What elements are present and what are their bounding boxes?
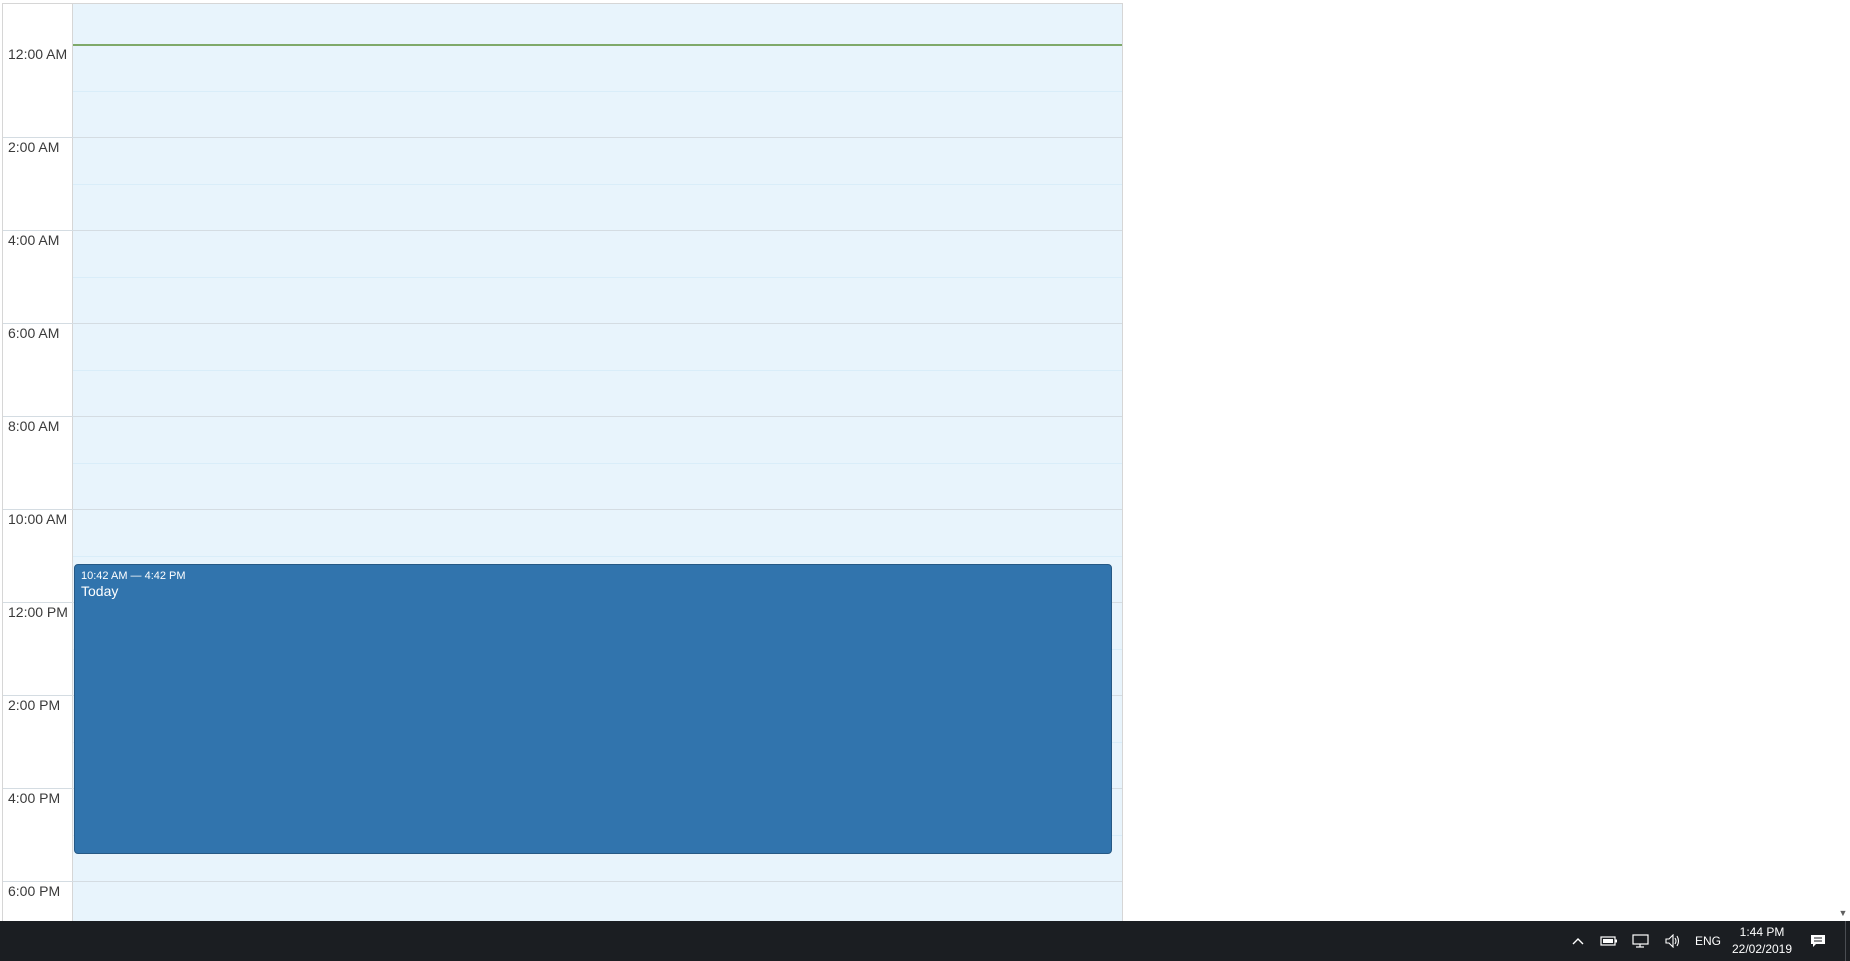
current-time-indicator (73, 44, 1122, 46)
slot-gridline (73, 276, 1122, 278)
time-label: 4:00 AM (8, 232, 60, 248)
hour-gridline (3, 416, 1122, 417)
scroll-down-arrow-icon[interactable]: ▼ (1836, 906, 1850, 920)
clock-time: 1:44 PM (1739, 925, 1785, 939)
event-time-range: 10:42 AM — 4:42 PM (81, 570, 186, 582)
volume-icon[interactable] (1662, 921, 1684, 961)
time-label: 2:00 AM (8, 139, 60, 155)
network-icon[interactable] (1630, 921, 1652, 961)
clock-date: 22/02/2019 (1731, 942, 1793, 956)
language-label: ENG (1694, 934, 1721, 948)
time-label: 8:00 AM (8, 418, 60, 434)
hour-gridline (3, 881, 1122, 882)
clock[interactable]: 1:44 PM 22/02/2019 (1722, 924, 1802, 958)
calendar-app: 12:00 AM 2:00 AM 4:00 AM 6:00 AM 8:00 AM 10:0… (0, 0, 1850, 929)
time-label: 4:00 PM (8, 790, 61, 806)
slot-gridline (73, 462, 1122, 464)
slot-gridline (73, 183, 1122, 185)
hour-gridline (3, 323, 1122, 324)
time-label: 12:00 AM (8, 46, 68, 62)
slot-gridline (73, 369, 1122, 371)
language-indicator[interactable]: ENG (1692, 921, 1724, 961)
slot-gridline (73, 90, 1122, 92)
battery-icon[interactable] (1598, 921, 1620, 961)
time-label: 12:00 PM (8, 604, 68, 620)
hour-gridline (3, 137, 1122, 138)
time-label: 6:00 PM (8, 883, 61, 899)
time-label: 10:00 AM (8, 511, 68, 527)
time-label: 2:00 PM (8, 697, 61, 713)
show-desktop-button[interactable] (1845, 921, 1850, 961)
slot-gridline (73, 555, 1122, 557)
chevron-up-icon[interactable] (1568, 921, 1588, 961)
notification-icon[interactable] (1806, 921, 1830, 961)
hour-gridline (3, 230, 1122, 231)
event-today[interactable]: 10:42 AM — 4:42 PM Today (74, 564, 1112, 854)
day-view: 12:00 AM 2:00 AM 4:00 AM 6:00 AM 8:00 AM 10:0… (2, 3, 1123, 929)
taskbar: ENG 1:44 PM 22/02/2019 (0, 921, 1850, 961)
event-title: Today (81, 583, 119, 599)
hour-gridline (3, 509, 1122, 510)
time-label: 6:00 AM (8, 325, 60, 341)
